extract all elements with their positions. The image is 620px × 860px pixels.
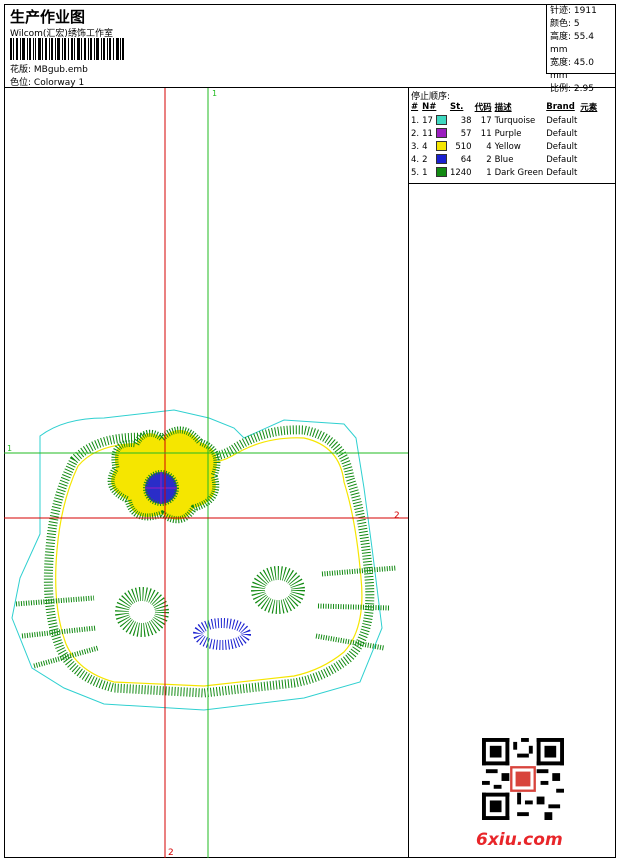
row-swatch	[435, 114, 450, 127]
row-stitches: 57	[460, 128, 472, 139]
page-title: 生产作业图	[10, 8, 86, 26]
col-stitches: St.	[449, 102, 464, 112]
row-description: Turquoise	[494, 115, 536, 126]
guide-label-v1: 1	[212, 89, 217, 98]
right-eye	[251, 566, 305, 614]
row-swatch	[435, 140, 450, 153]
stop-sequence-table: # N# St. 代码 描述 Brand 元素 1. 17 38 17 Turquois…	[411, 101, 600, 179]
table-row: 4. 2 64 2 Blue Default	[411, 153, 600, 166]
row-code: 2	[486, 154, 492, 165]
col-element: 元素	[580, 103, 598, 113]
width-row: 宽度: 45.0 mm	[550, 57, 613, 83]
colors-row: 颜色: 5	[550, 18, 613, 31]
guide-label-v2: 2	[168, 848, 174, 858]
row-index: 1.	[411, 115, 420, 126]
row-brand: Default	[546, 128, 578, 139]
colors-value: 5	[573, 19, 580, 29]
row-stitches: 38	[460, 115, 472, 126]
color-swatch	[435, 154, 447, 165]
row-element	[580, 153, 600, 166]
qr-code-image	[482, 738, 564, 820]
row-element	[580, 140, 600, 153]
row-stitches: 1240	[449, 167, 472, 178]
color-swatch	[435, 141, 447, 152]
row-index: 5.	[411, 167, 420, 178]
width-label: 宽度:	[550, 58, 572, 68]
row-swatch	[435, 153, 450, 166]
colorway-label: 色位:	[10, 78, 32, 88]
row-description: Yellow	[494, 141, 521, 152]
design-label: 花版:	[10, 65, 32, 75]
color-swatch	[435, 115, 447, 126]
row-brand: Default	[546, 115, 578, 126]
colorway-value: Colorway 1	[33, 78, 85, 88]
table-header-row: # N# St. 代码 描述 Brand 元素	[411, 101, 600, 114]
row-needle: 4	[422, 141, 428, 152]
col-code: 代码	[474, 103, 492, 113]
guide-label-h1: 1	[7, 444, 12, 453]
row-stitches: 510	[455, 141, 472, 152]
row-stitches: 64	[460, 154, 472, 165]
row-element	[580, 114, 600, 127]
row-index: 4.	[411, 154, 420, 165]
col-brand: Brand	[546, 102, 575, 112]
row-index: 3.	[411, 141, 420, 152]
flower-bow	[107, 426, 221, 524]
design-value: MBgub.emb	[33, 65, 88, 75]
guide-label-h2: 2	[394, 511, 400, 521]
table-row: 2. 11 57 11 Purple Default	[411, 127, 600, 140]
row-brand: Default	[546, 167, 578, 178]
row-brand: Default	[546, 154, 578, 165]
right-column-divider	[408, 184, 409, 858]
row-element	[580, 166, 600, 179]
stitches-value: 1911	[573, 6, 597, 16]
nose	[193, 618, 251, 650]
watermark-text: 6xiu.com	[476, 830, 563, 850]
row-description: Purple	[494, 128, 522, 139]
left-eye	[115, 587, 169, 637]
design-file-line: 花版: MBgub.emb	[10, 62, 88, 75]
row-code: 1	[486, 167, 492, 178]
row-description: Dark Green	[494, 167, 544, 178]
height-label: 高度:	[550, 32, 572, 42]
row-code: 11	[480, 128, 492, 139]
row-swatch	[435, 127, 450, 140]
colorway-line: 色位: Colorway 1	[10, 75, 84, 88]
right-whiskers	[315, 565, 397, 651]
table-row: 3. 4 510 4 Yellow Default	[411, 140, 600, 153]
color-swatch	[435, 167, 447, 178]
barcode-image	[10, 38, 124, 60]
table-row: 1. 17 38 17 Turquoise Default	[411, 114, 600, 127]
stop-sequence-panel: 停止顺序: # N# St. 代码 描述 Brand 元素 1. 17 38 17 Tu…	[408, 88, 616, 184]
row-index: 2.	[411, 128, 420, 139]
embroidery-preview: 1 1 2 2	[4, 88, 408, 858]
header: 生产作业图 Wilcom(汇宏)绣饰工作室 花版: MBgub.emb 色位: …	[4, 4, 616, 94]
stitches-row: 针迹: 1911	[550, 5, 613, 18]
row-needle: 1	[422, 167, 428, 178]
col-index: #	[411, 102, 419, 112]
colors-label: 颜色:	[550, 19, 572, 29]
row-element	[580, 127, 600, 140]
row-code: 17	[480, 115, 492, 126]
row-code: 4	[486, 141, 492, 152]
row-brand: Default	[546, 141, 578, 152]
col-needle: N#	[422, 102, 437, 112]
design-info-box: 针迹: 1911 颜色: 5 高度: 55.4 mm 宽度: 45.0 mm 比…	[546, 4, 616, 94]
table-row: 5. 1 1240 1 Dark Green Default	[411, 166, 600, 179]
row-needle: 2	[422, 154, 428, 165]
row-needle: 11	[422, 128, 433, 139]
color-swatch	[435, 128, 447, 139]
col-description: 描述	[494, 103, 512, 113]
height-row: 高度: 55.4 mm	[550, 31, 613, 57]
row-swatch	[435, 166, 450, 179]
row-description: Blue	[494, 154, 514, 165]
row-needle: 17	[422, 115, 433, 126]
stitches-label: 针迹:	[550, 6, 572, 16]
